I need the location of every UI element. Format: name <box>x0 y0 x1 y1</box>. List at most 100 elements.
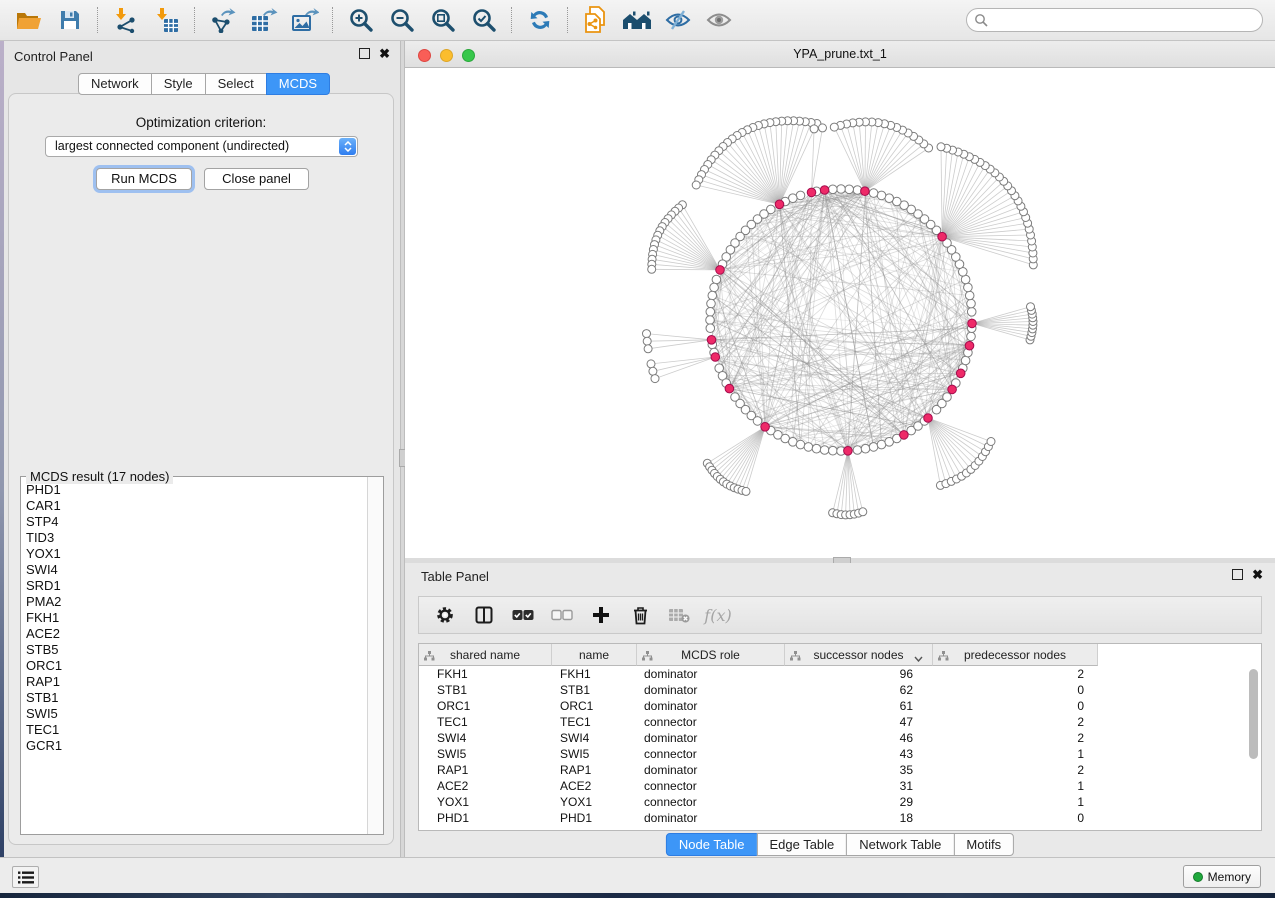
column-header-shared-name[interactable]: shared name <box>419 644 552 666</box>
graph-node[interactable] <box>859 508 867 516</box>
criterion-dropdown[interactable]: largest connected component (undirected) <box>45 136 358 157</box>
mcds-result-item[interactable]: TID3 <box>26 530 367 546</box>
cell-predecessor_nodes[interactable]: 0 <box>933 810 1098 826</box>
cell-shared_name[interactable]: SWI5 <box>419 746 552 762</box>
export-table-button[interactable] <box>243 3 284 37</box>
table-row[interactable]: ORC1ORC1dominator610 <box>419 698 1261 714</box>
mcds-result-item[interactable]: YOX1 <box>26 546 367 562</box>
graph-node[interactable] <box>830 123 838 131</box>
mcds-result-item[interactable]: CAR1 <box>26 498 367 514</box>
zoom-out-button[interactable] <box>381 3 422 37</box>
cell-successor_nodes[interactable]: 31 <box>785 778 933 794</box>
graph-node[interactable] <box>649 367 657 375</box>
tab-style[interactable]: Style <box>151 73 206 95</box>
open-file-button[interactable] <box>8 3 49 37</box>
zoom-in-button[interactable] <box>340 3 381 37</box>
graph-node[interactable] <box>861 444 870 453</box>
deselect-all-button[interactable] <box>550 602 574 628</box>
close-panel-icon[interactable]: ✖ <box>1252 569 1263 580</box>
table-row[interactable]: STB1STB1dominator620 <box>419 682 1261 698</box>
import-network-button[interactable] <box>105 3 146 37</box>
table-row[interactable]: TEC1TEC1connector472 <box>419 714 1261 730</box>
graph-node[interactable] <box>820 446 829 455</box>
graph-node-selected[interactable] <box>807 188 816 197</box>
graph-node-selected[interactable] <box>924 414 933 423</box>
cell-predecessor_nodes[interactable]: 1 <box>933 794 1098 810</box>
cell-name[interactable]: STB1 <box>552 682 637 698</box>
export-network-button[interactable] <box>202 3 243 37</box>
cell-successor_nodes[interactable]: 35 <box>785 762 933 778</box>
cell-shared_name[interactable]: YOX1 <box>419 794 552 810</box>
cell-predecessor_nodes[interactable]: 1 <box>933 778 1098 794</box>
graph-node-selected[interactable] <box>844 447 853 456</box>
mcds-result-item[interactable]: STB5 <box>26 642 367 658</box>
cell-shared_name[interactable]: SWI4 <box>419 730 552 746</box>
cell-name[interactable]: RAP1 <box>552 762 637 778</box>
hide-selected-button[interactable] <box>657 3 698 37</box>
mcds-result-item[interactable]: STB1 <box>26 690 367 706</box>
create-column-button[interactable] <box>589 602 613 628</box>
cell-mcds_role[interactable]: connector <box>637 746 785 762</box>
graph-node-selected[interactable] <box>968 319 977 328</box>
table-row[interactable]: FKH1FKH1dominator962 <box>419 666 1261 682</box>
mcds-result-item[interactable]: GCR1 <box>26 738 367 754</box>
graph-node-selected[interactable] <box>956 369 965 378</box>
graph-node-selected[interactable] <box>775 200 784 209</box>
graph-node[interactable] <box>853 446 862 455</box>
cell-name[interactable]: FKH1 <box>552 666 637 682</box>
cell-mcds_role[interactable]: dominator <box>637 682 785 698</box>
table-scrollbar-thumb[interactable] <box>1249 669 1258 759</box>
tab-motifs[interactable]: Motifs <box>953 833 1014 856</box>
graph-node[interactable] <box>707 299 716 308</box>
column-header-name[interactable]: name <box>552 644 637 666</box>
cell-name[interactable]: TEC1 <box>552 714 637 730</box>
mcds-result-item[interactable]: ORC1 <box>26 658 367 674</box>
import-table-button[interactable] <box>146 3 187 37</box>
search-field[interactable] <box>966 8 1263 32</box>
network-edges[interactable] <box>647 121 1034 515</box>
cell-mcds_role[interactable]: connector <box>637 714 785 730</box>
tab-node-table[interactable]: Node Table <box>666 833 758 856</box>
cell-shared_name[interactable]: ACE2 <box>419 778 552 794</box>
graph-node[interactable] <box>869 443 878 452</box>
graph-node[interactable] <box>943 393 952 402</box>
cell-successor_nodes[interactable]: 96 <box>785 666 933 682</box>
cell-shared_name[interactable]: ORC1 <box>419 698 552 714</box>
cell-name[interactable]: ACE2 <box>552 778 637 794</box>
graph-node[interactable] <box>706 316 715 325</box>
graph-node[interactable] <box>967 332 976 341</box>
table-row[interactable]: PHD1PHD1dominator180 <box>419 810 1261 826</box>
cell-mcds_role[interactable]: dominator <box>637 730 785 746</box>
cell-name[interactable]: SWI5 <box>552 746 637 762</box>
column-header-successor-nodes[interactable]: successor nodes <box>785 644 933 666</box>
table-settings-button[interactable] <box>433 602 457 628</box>
cell-shared_name[interactable]: FKH1 <box>419 666 552 682</box>
cell-shared_name[interactable]: PHD1 <box>419 810 552 826</box>
cell-shared_name[interactable]: STB1 <box>419 682 552 698</box>
column-header-MCDS-role[interactable]: MCDS role <box>637 644 785 666</box>
tab-network-table[interactable]: Network Table <box>846 833 954 856</box>
table-row[interactable]: ACE2ACE2connector311 <box>419 778 1261 794</box>
graph-node-selected[interactable] <box>707 336 716 345</box>
graph-node-selected[interactable] <box>820 186 829 195</box>
mcds-result-item[interactable]: TEC1 <box>26 722 367 738</box>
zoom-selected-button[interactable] <box>463 3 504 37</box>
graph-node-selected[interactable] <box>900 431 909 440</box>
float-panel-icon[interactable] <box>359 48 370 59</box>
mcds-result-item[interactable]: RAP1 <box>26 674 367 690</box>
delete-column-button[interactable] <box>628 602 652 628</box>
cell-predecessor_nodes[interactable]: 2 <box>933 666 1098 682</box>
tab-edge-table[interactable]: Edge Table <box>756 833 847 856</box>
graph-node[interactable] <box>829 185 838 194</box>
close-panel-icon[interactable]: ✖ <box>379 48 390 59</box>
graph-node-selected[interactable] <box>965 341 974 350</box>
mcds-result-item[interactable]: PHD1 <box>26 482 367 498</box>
select-all-button[interactable] <box>511 602 535 628</box>
cell-successor_nodes[interactable]: 61 <box>785 698 933 714</box>
first-neighbors-button[interactable] <box>616 3 657 37</box>
graph-node[interactable] <box>961 356 970 365</box>
close-panel-button[interactable]: Close panel <box>204 168 309 190</box>
table-row[interactable]: RAP1RAP1dominator352 <box>419 762 1261 778</box>
mcds-result-item[interactable]: FKH1 <box>26 610 367 626</box>
cell-predecessor_nodes[interactable]: 2 <box>933 762 1098 778</box>
